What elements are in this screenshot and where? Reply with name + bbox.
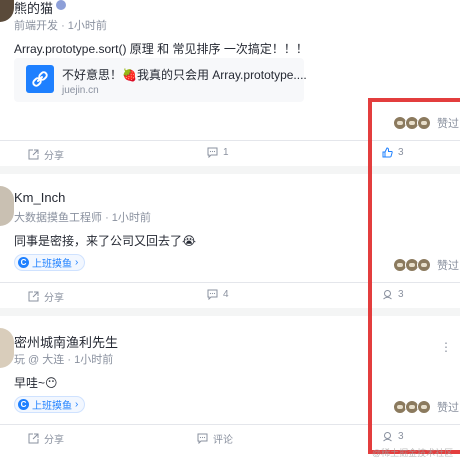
topic-label: 上班摸鱼	[32, 401, 72, 412]
share-label: 分享	[44, 435, 64, 446]
avatar[interactable]	[0, 328, 14, 368]
author-name[interactable]: 密州城南渔利先生	[14, 332, 118, 351]
link-card[interactable]: 不好意思！🍓我真的只会用 Array.prototype.... juejin.…	[14, 58, 307, 102]
topic-label: 上班摸鱼	[32, 259, 72, 270]
share-button[interactable]: 分享	[28, 431, 64, 446]
comment-button[interactable]: 评论	[197, 431, 233, 446]
comment-button[interactable]: 1	[207, 147, 229, 158]
comment-icon	[197, 433, 208, 444]
author-role: 玩 @ 大连	[14, 354, 65, 366]
link-title: 不好意思！🍓我真的只会用 Array.prototype....	[62, 68, 307, 82]
meta-separator: ·	[61, 20, 68, 32]
share-icon	[28, 149, 39, 160]
watermark: @稀土掘金技术社区	[372, 448, 454, 458]
post-time: 1小时前	[111, 212, 151, 224]
comment-button[interactable]: 4	[207, 289, 229, 300]
comment-label: 评论	[213, 435, 233, 446]
author-meta: 玩 @ 大连 · 1小时前	[14, 351, 113, 367]
post-content: 同事是密接，来了公司又回去了😭	[14, 234, 197, 248]
author-meta: 前端开发 · 1小时前	[14, 17, 107, 33]
share-button[interactable]: 分享	[28, 147, 64, 162]
chevron-right-icon: ›	[75, 399, 79, 410]
share-button[interactable]: 分享	[28, 289, 64, 304]
verified-badge-icon	[56, 0, 66, 10]
author-meta: 大数据摸鱼工程师 · 1小时前	[14, 209, 151, 225]
comment-icon	[207, 289, 218, 300]
author-role: 大数据摸鱼工程师	[14, 212, 102, 224]
share-icon	[28, 433, 39, 444]
share-icon	[28, 291, 39, 302]
avatar[interactable]	[0, 186, 14, 226]
topic-tag[interactable]: C 上班摸鱼 ›	[14, 254, 86, 271]
share-label: 分享	[44, 293, 64, 304]
topic-icon: C	[18, 257, 29, 268]
comment-count: 1	[223, 147, 229, 158]
topic-tag[interactable]: C 上班摸鱼 ›	[14, 396, 86, 413]
post-time: 1小时前	[74, 354, 114, 366]
annotation-highlight-box	[368, 98, 460, 454]
topic-icon: C	[18, 399, 29, 410]
meta-separator: ·	[105, 212, 112, 224]
post-content: Array.prototype.sort() 原理 和 常见排序 一次搞定！！！	[14, 42, 308, 56]
link-domain: juejin.cn	[62, 85, 99, 96]
link-icon	[26, 65, 54, 93]
post-time: 1小时前	[67, 20, 107, 32]
chevron-right-icon: ›	[75, 257, 79, 268]
avatar[interactable]	[0, 0, 14, 22]
share-label: 分享	[44, 151, 64, 162]
comment-count: 4	[223, 289, 229, 300]
author-name[interactable]: Km_Inch	[14, 190, 65, 205]
comment-icon	[207, 147, 218, 158]
post-content: 早哇~😶	[14, 376, 58, 390]
author-role: 前端开发	[14, 20, 58, 32]
author-name[interactable]: 熊的猫	[14, 0, 53, 17]
